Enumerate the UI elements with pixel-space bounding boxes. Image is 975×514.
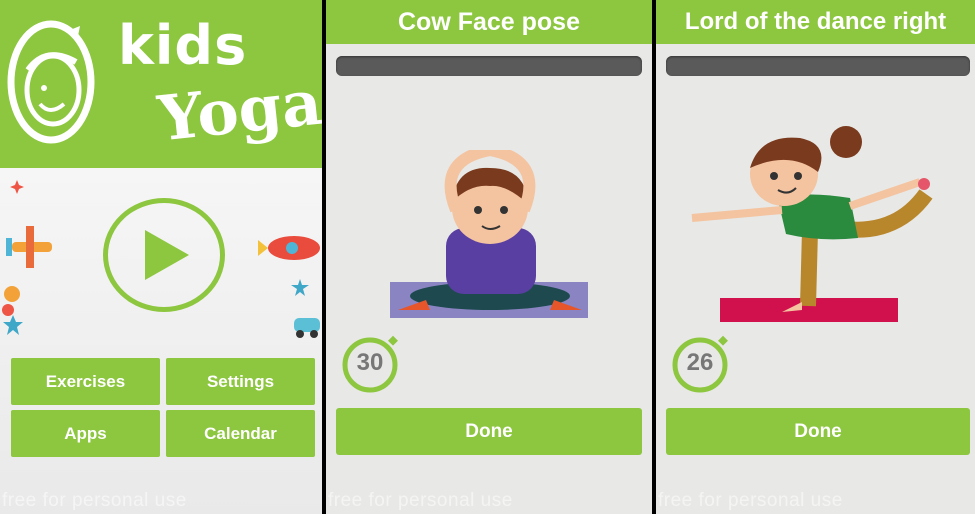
watermark: free for personal use [658, 490, 843, 511]
cow-face-pose-illustration [390, 150, 588, 318]
play-button[interactable] [103, 198, 225, 312]
countdown-timer: 30 [340, 333, 400, 393]
exercise-title: Lord of the dance right [656, 0, 975, 44]
settings-button[interactable]: Settings [166, 358, 315, 405]
done-button[interactable]: Done [666, 408, 970, 455]
exercise-title: Cow Face pose [326, 0, 652, 44]
logo-word-kids: kids [118, 14, 248, 77]
progress-bar [666, 56, 970, 76]
timer-value: 30 [356, 349, 384, 376]
timer-value: 26 [686, 349, 714, 376]
exercise-screen-1: Cow Face pose 30 Done free for personal … [326, 0, 652, 514]
exercise-screen-2: Lord of the dance right 26 Done free for… [656, 0, 975, 514]
car-icon [294, 318, 320, 338]
watermark: free for personal use [2, 490, 187, 511]
sparkle-icon [10, 180, 24, 194]
watermark: free for personal use [328, 490, 513, 511]
home-screen: kids Yoga Exercises Settings Apps Calend… [0, 0, 322, 514]
kid-face-logo-icon [7, 20, 95, 144]
lord-of-the-dance-pose-illustration [691, 126, 933, 322]
countdown-timer: 26 [670, 333, 730, 393]
rocket-icon [258, 236, 320, 260]
star-icon [291, 279, 309, 296]
progress-bar [336, 56, 642, 76]
logo-word-yoga: Yoga [154, 65, 322, 156]
app-header: kids Yoga [0, 0, 322, 168]
done-button[interactable]: Done [336, 408, 642, 455]
apps-button[interactable]: Apps [11, 410, 160, 457]
exercises-button[interactable]: Exercises [11, 358, 160, 405]
star-icon [3, 315, 23, 335]
calendar-button[interactable]: Calendar [166, 410, 315, 457]
airplane-icon [6, 226, 52, 268]
play-icon [145, 230, 189, 280]
